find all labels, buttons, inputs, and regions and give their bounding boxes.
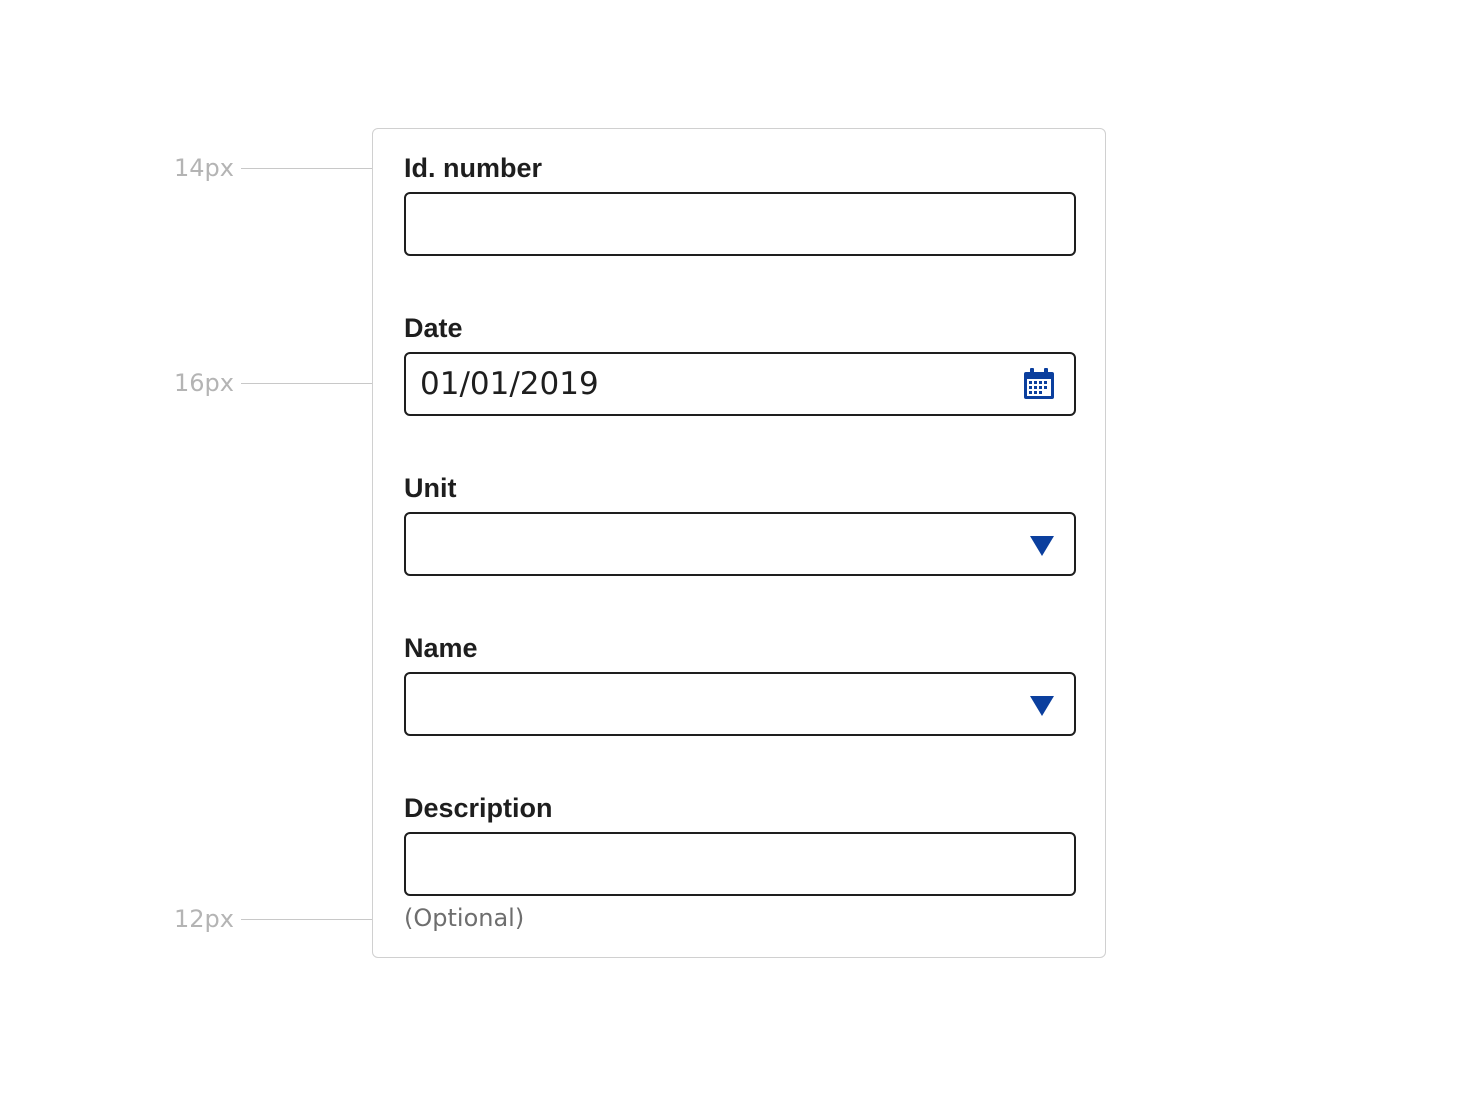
chevron-down-icon[interactable] [1030,536,1054,556]
unit-select[interactable] [404,512,1076,576]
unit-label: Unit [404,473,457,503]
date-input[interactable]: 01/01/2019 [404,352,1076,416]
annotation-label-size-text: 14px [174,154,234,182]
description-input[interactable] [404,832,1076,896]
name-label: Name [404,633,478,663]
date-label: Date [404,313,463,343]
name-select[interactable] [404,672,1076,736]
annotation-hint-size-text: 12px [174,905,234,933]
annotation-input-size-text: 16px [174,369,234,397]
id-number-input[interactable] [404,192,1076,256]
date-value: 01/01/2019 [420,366,599,402]
description-hint: (Optional) [404,904,525,932]
chevron-down-icon[interactable] [1030,696,1054,716]
calendar-icon[interactable] [1022,367,1056,401]
id-number-label: Id. number [404,153,543,183]
description-label: Description [404,793,553,823]
